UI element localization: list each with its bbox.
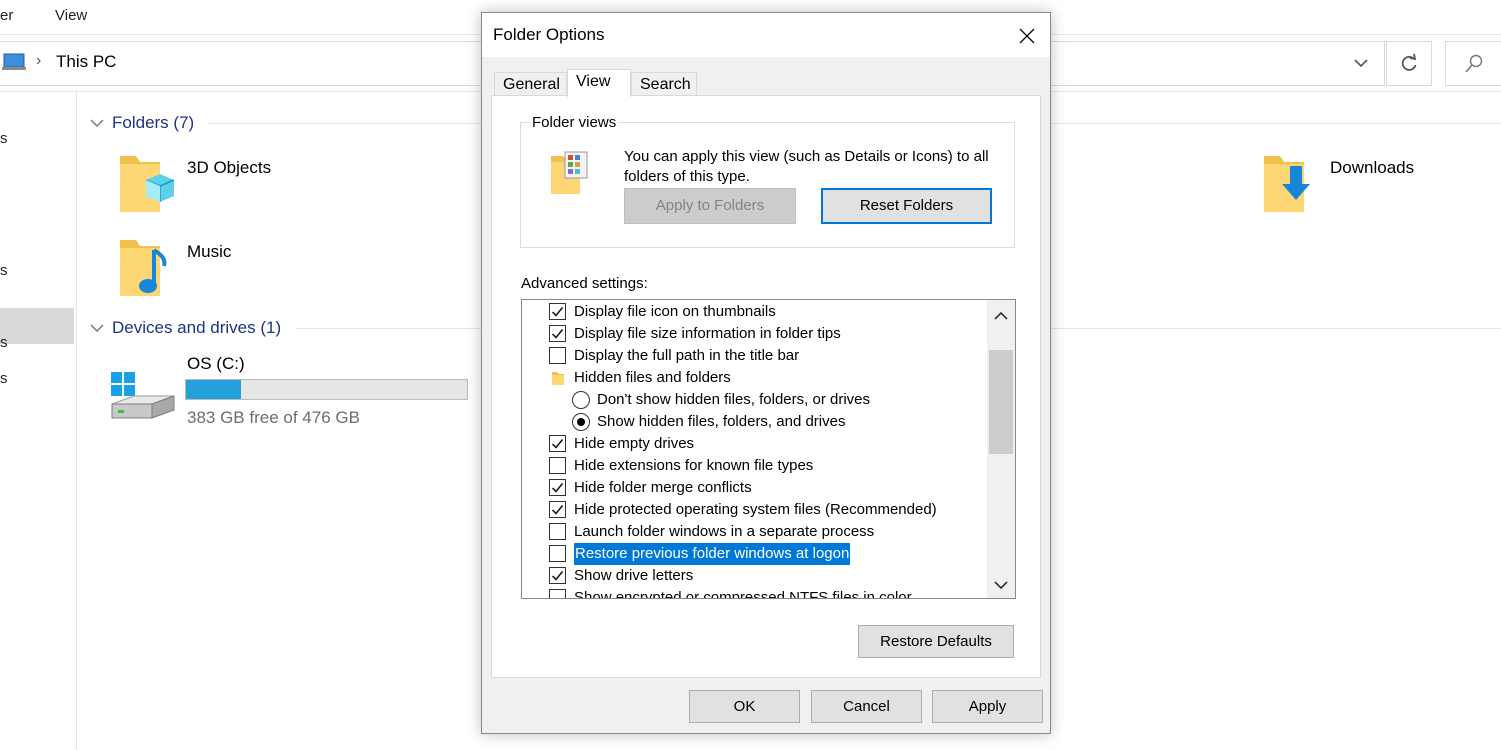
checkbox[interactable] <box>549 347 566 364</box>
folder-name[interactable]: 3D Objects <box>187 158 271 178</box>
folder-name[interactable]: Downloads <box>1330 158 1414 178</box>
view-tab-panel: Folder views You can apply this view (su… <box>491 95 1041 678</box>
radio-button[interactable] <box>572 413 590 431</box>
setting-label: Display the full path in the title bar <box>574 347 800 364</box>
refresh-icon <box>1401 53 1417 71</box>
checkbox[interactable] <box>549 501 566 518</box>
close-button[interactable] <box>1015 24 1039 48</box>
downloads-folder-icon[interactable] <box>1260 150 1320 223</box>
checkmark-icon <box>551 439 564 449</box>
checkmark-icon <box>551 307 564 317</box>
setting-label: Show encrypted or compressed NTFS files … <box>574 589 912 599</box>
windows-drive-icon[interactable] <box>108 370 176 429</box>
folder-options-dialog: Folder Options General View Search Folde… <box>481 12 1051 734</box>
advanced-settings-list[interactable]: Show encrypted or compressed NTFS files … <box>521 299 1016 599</box>
tab-general[interactable]: General <box>494 72 567 96</box>
navigation-pane: s s s s <box>0 92 77 750</box>
scroll-down-arrow-icon[interactable] <box>994 577 1008 595</box>
setting-label: Hide extensions for known file types <box>574 457 814 474</box>
checkbox[interactable] <box>549 545 566 562</box>
search-icon <box>1465 54 1483 73</box>
checkbox[interactable] <box>549 567 566 584</box>
setting-label: Show hidden files, folders, and drives <box>597 413 846 430</box>
group-collapse-chevron-icon[interactable] <box>90 116 104 134</box>
setting-label: Show drive letters <box>574 567 694 584</box>
scrollbar-thumb[interactable] <box>989 350 1013 454</box>
setting-label: Don't show hidden files, folders, or dri… <box>597 391 870 408</box>
search-input[interactable] <box>1445 41 1501 86</box>
dialog-title: Folder Options <box>493 25 605 44</box>
setting-label: Hide protected operating system files (R… <box>574 501 937 518</box>
ribbon-tab-computer[interactable]: er <box>0 7 13 24</box>
ok-button[interactable]: OK <box>689 690 800 723</box>
folder-views-icon <box>549 150 591 203</box>
drive-usage-bar <box>185 379 468 400</box>
nav-item[interactable]: s <box>0 370 8 387</box>
restore-defaults-button[interactable]: Restore Defaults <box>858 625 1014 658</box>
folder-views-description: You can apply this view (such as Details… <box>624 148 989 185</box>
drive-usage-fill <box>186 380 241 399</box>
nav-selected-item[interactable] <box>0 308 74 344</box>
setting-label: Hide empty drives <box>574 435 695 452</box>
checkbox[interactable] <box>549 435 566 452</box>
apply-to-folders-button[interactable]: Apply to Folders <box>624 188 796 224</box>
music-folder-icon[interactable] <box>116 234 176 307</box>
tab-search[interactable]: Search <box>631 72 697 96</box>
dialog-titlebar[interactable]: Folder Options <box>482 13 1050 57</box>
tab-view[interactable]: View <box>567 69 631 97</box>
drive-name[interactable]: OS (C:) <box>187 354 245 374</box>
folder-views-legend: Folder views <box>530 114 619 131</box>
advanced-settings-label: Advanced settings: <box>521 275 648 292</box>
address-dropdown-chevron-icon[interactable] <box>1352 54 1370 77</box>
group-header-devices[interactable]: Devices and drives (1) <box>112 318 281 338</box>
checkbox[interactable] <box>549 457 566 474</box>
scrollbar[interactable] <box>987 300 1015 598</box>
checkmark-icon <box>551 505 564 515</box>
breadcrumb-chevron-icon[interactable]: › <box>36 52 41 70</box>
checkbox[interactable] <box>549 303 566 320</box>
setting-label: Launch folder windows in a separate proc… <box>574 523 875 540</box>
setting-label: Display file icon on thumbnails <box>574 303 776 320</box>
scroll-up-arrow-icon[interactable] <box>994 308 1008 326</box>
folder-name[interactable]: Music <box>187 242 231 262</box>
setting-label: Display file size information in folder … <box>574 325 841 342</box>
drive-free-space: 383 GB free of 476 GB <box>187 408 360 427</box>
setting-label: Hidden files and folders <box>574 369 731 386</box>
setting-label: Restore previous folder windows at logon <box>574 543 851 565</box>
checkmark-icon <box>551 571 564 581</box>
group-collapse-chevron-icon[interactable] <box>90 321 104 339</box>
checkbox[interactable] <box>549 325 566 342</box>
close-icon <box>1019 28 1035 44</box>
nav-item[interactable]: s <box>0 130 8 147</box>
group-header-folders[interactable]: Folders (7) <box>112 113 194 133</box>
folder-icon <box>551 370 565 393</box>
apply-button[interactable]: Apply <box>932 690 1043 723</box>
radio-button[interactable] <box>572 391 590 409</box>
checkbox[interactable] <box>549 523 566 540</box>
radio-dot <box>577 418 585 426</box>
checkbox[interactable] <box>549 479 566 496</box>
checkbox[interactable] <box>549 589 566 598</box>
3d-objects-folder-icon[interactable] <box>116 150 176 223</box>
ribbon-tab-view[interactable]: View <box>55 7 87 24</box>
setting-label: Hide folder merge conflicts <box>574 479 752 496</box>
this-pc-icon <box>2 53 28 78</box>
cancel-button[interactable]: Cancel <box>811 690 922 723</box>
nav-item[interactable]: s <box>0 334 8 351</box>
checkmark-icon <box>551 329 564 339</box>
nav-item[interactable]: s <box>0 262 8 279</box>
refresh-button[interactable] <box>1386 41 1432 86</box>
checkmark-icon <box>551 483 564 493</box>
breadcrumb[interactable]: This PC <box>56 52 116 72</box>
reset-folders-button[interactable]: Reset Folders <box>821 188 992 224</box>
